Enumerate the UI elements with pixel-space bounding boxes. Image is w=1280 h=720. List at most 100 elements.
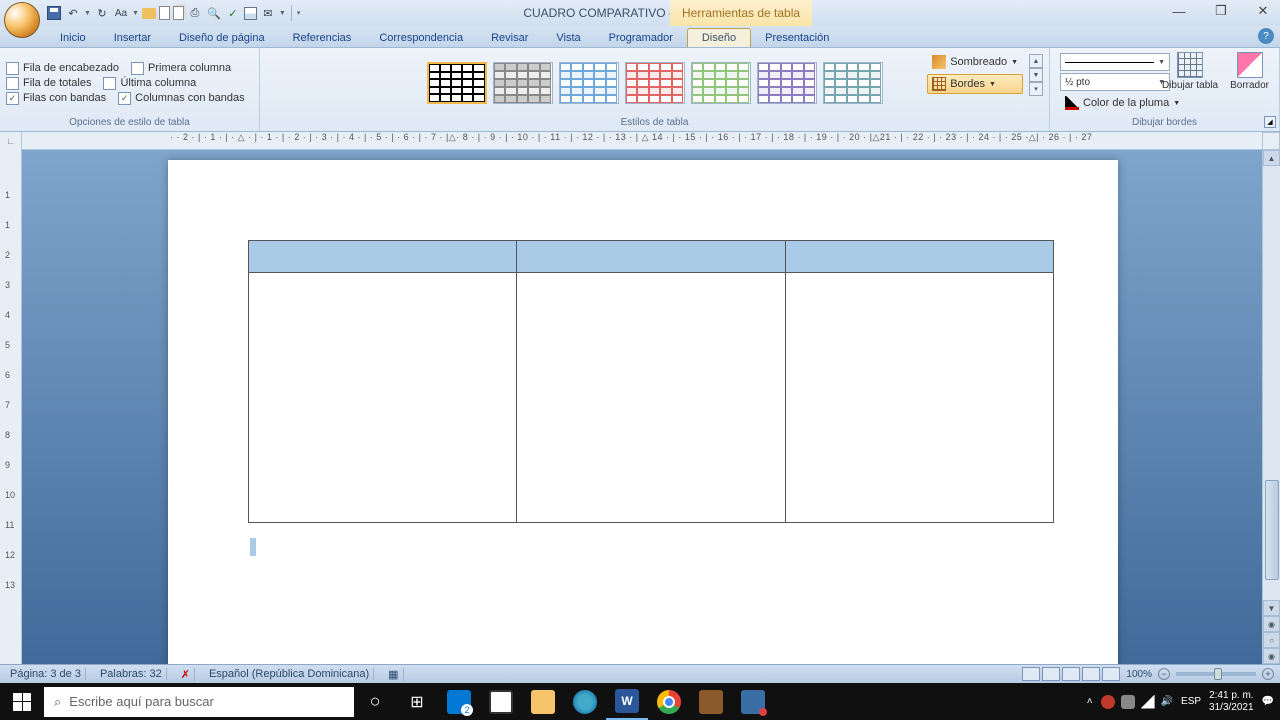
undo-dropdown[interactable]: ▼: [84, 10, 91, 17]
copy-icon[interactable]: [173, 6, 184, 20]
tab-insertar[interactable]: Insertar: [100, 29, 165, 47]
task-explorer[interactable]: [522, 683, 564, 720]
zoom-slider[interactable]: [1176, 672, 1256, 676]
save-icon[interactable]: [46, 5, 62, 21]
zoom-level[interactable]: 100%: [1126, 669, 1152, 680]
redo-icon[interactable]: ↻: [94, 5, 110, 21]
tray-security-icon[interactable]: [1101, 695, 1115, 709]
qat-customize[interactable]: ▾: [297, 9, 301, 17]
ruler-toggle[interactable]: [1262, 132, 1280, 150]
tray-onedrive-icon[interactable]: [1121, 695, 1135, 709]
taskbar-search[interactable]: ⌕ Escribe aquí para buscar: [44, 687, 354, 717]
tab-vista[interactable]: Vista: [542, 29, 594, 47]
table-style-2[interactable]: [559, 62, 619, 104]
status-proofing-icon[interactable]: ✗: [177, 668, 195, 681]
view-outline[interactable]: [1082, 667, 1100, 681]
tray-notifications-icon[interactable]: 💬: [1262, 696, 1274, 707]
browse-object-button[interactable]: ○: [1263, 632, 1280, 648]
task-mail[interactable]: 2: [438, 683, 480, 720]
comparison-table[interactable]: [248, 240, 1054, 523]
tab-selector[interactable]: ∟: [0, 132, 22, 150]
view-print-layout[interactable]: [1022, 667, 1040, 681]
borders-dropdown[interactable]: Bordes ▼: [927, 74, 1023, 94]
draw-table-button[interactable]: Dibujar tabla: [1156, 52, 1224, 91]
eraser-button[interactable]: Borrador: [1224, 52, 1275, 91]
view-full-screen[interactable]: [1042, 667, 1060, 681]
tab-revisar[interactable]: Revisar: [477, 29, 542, 47]
gallery-scroll-down[interactable]: ▼: [1029, 68, 1043, 82]
start-button[interactable]: [0, 683, 44, 720]
help-button[interactable]: ?: [1258, 28, 1274, 44]
print-icon[interactable]: ⎙: [187, 5, 203, 21]
qat-more-dropdown[interactable]: ▼: [279, 10, 286, 17]
status-page[interactable]: Página: 3 de 3: [6, 668, 86, 680]
line-style-dropdown[interactable]: ▼: [1060, 53, 1170, 71]
spelling-icon[interactable]: ✓: [225, 5, 241, 21]
tab-programador[interactable]: Programador: [595, 29, 687, 47]
dialog-launcher[interactable]: ◢: [1264, 116, 1276, 128]
shading-dropdown[interactable]: Sombreado ▼: [927, 52, 1023, 72]
mail-icon[interactable]: ✉: [260, 5, 276, 21]
task-app2[interactable]: [732, 683, 774, 720]
table-style-6[interactable]: [823, 62, 883, 104]
table-style-1[interactable]: [493, 62, 553, 104]
gallery-scroll-up[interactable]: ▲: [1029, 54, 1043, 68]
table-style-0[interactable]: [427, 62, 487, 104]
scroll-down-button[interactable]: ▼: [1263, 600, 1280, 616]
chk-banded-rows[interactable]: ✓Filas con bandas: [6, 92, 106, 105]
chk-banded-columns[interactable]: ✓Columnas con bandas: [118, 92, 244, 105]
maximize-button[interactable]: ❐: [1210, 2, 1232, 20]
vertical-ruler[interactable]: 11 23 45 67 89 1011 1213: [0, 150, 22, 664]
task-word[interactable]: W: [606, 683, 648, 720]
minimize-button[interactable]: —: [1168, 2, 1190, 20]
chk-first-column[interactable]: Primera columna: [131, 62, 231, 75]
tab-correspondencia[interactable]: Correspondencia: [365, 29, 477, 47]
tab-referencias[interactable]: Referencias: [279, 29, 366, 47]
qat-dropdown[interactable]: ▼: [132, 10, 139, 17]
tray-language[interactable]: ESP: [1181, 696, 1201, 707]
status-language[interactable]: Español (República Dominicana): [205, 668, 374, 680]
zoom-out-button[interactable]: −: [1158, 668, 1170, 680]
prev-page-button[interactable]: ◉: [1263, 616, 1280, 632]
table-style-3[interactable]: [625, 62, 685, 104]
chk-last-column[interactable]: Última columna: [103, 77, 196, 90]
preview-icon[interactable]: 🔍: [206, 5, 222, 21]
close-button[interactable]: ✕: [1252, 2, 1274, 20]
pen-color-dropdown[interactable]: Color de la pluma ▼: [1060, 93, 1269, 113]
gallery-more[interactable]: ▾: [1029, 82, 1043, 96]
undo-icon[interactable]: ↶: [65, 5, 81, 21]
task-ie[interactable]: [564, 683, 606, 720]
view-web-layout[interactable]: [1062, 667, 1080, 681]
horizontal-ruler[interactable]: ∟ · · 2 · | · 1 · | · △ · | · 1 · | · 2 …: [0, 132, 1280, 150]
tab-diseno-pagina[interactable]: Diseño de página: [165, 29, 279, 47]
pen-weight-dropdown[interactable]: ½ pto▼: [1060, 73, 1170, 91]
office-button[interactable]: [4, 2, 40, 38]
status-words[interactable]: Palabras: 32: [96, 668, 167, 680]
task-store[interactable]: [480, 683, 522, 720]
table-style-5[interactable]: [757, 62, 817, 104]
next-page-button[interactable]: ◉: [1263, 648, 1280, 664]
tray-clock[interactable]: 2:41 p. m. 31/3/2021: [1209, 690, 1254, 714]
tray-network-icon[interactable]: [1141, 695, 1155, 709]
open-icon[interactable]: [142, 8, 156, 19]
tab-presentacion[interactable]: Presentación: [751, 29, 843, 47]
task-chrome[interactable]: [648, 683, 690, 720]
tab-inicio[interactable]: Inicio: [46, 29, 100, 47]
task-taskview[interactable]: ⊞: [396, 683, 438, 720]
tray-chevron-icon[interactable]: ˄: [1087, 696, 1093, 707]
table-icon[interactable]: [244, 7, 257, 20]
status-macro-icon[interactable]: ▦: [384, 668, 403, 681]
task-app1[interactable]: [690, 683, 732, 720]
chk-header-row[interactable]: Fila de encabezado: [6, 62, 119, 75]
vertical-scrollbar[interactable]: ▲ ▼ ◉ ○ ◉: [1262, 150, 1280, 664]
font-size-icon[interactable]: Aa: [113, 5, 129, 21]
new-icon[interactable]: [159, 6, 170, 20]
zoom-in-button[interactable]: +: [1262, 668, 1274, 680]
tray-volume-icon[interactable]: 🔊: [1161, 696, 1173, 707]
tab-diseno[interactable]: Diseño: [687, 28, 751, 47]
view-draft[interactable]: [1102, 667, 1120, 681]
page-viewport[interactable]: [22, 150, 1262, 664]
scroll-up-button[interactable]: ▲: [1263, 150, 1280, 166]
task-cortana[interactable]: ○: [354, 683, 396, 720]
chk-total-row[interactable]: Fila de totales: [6, 77, 91, 90]
